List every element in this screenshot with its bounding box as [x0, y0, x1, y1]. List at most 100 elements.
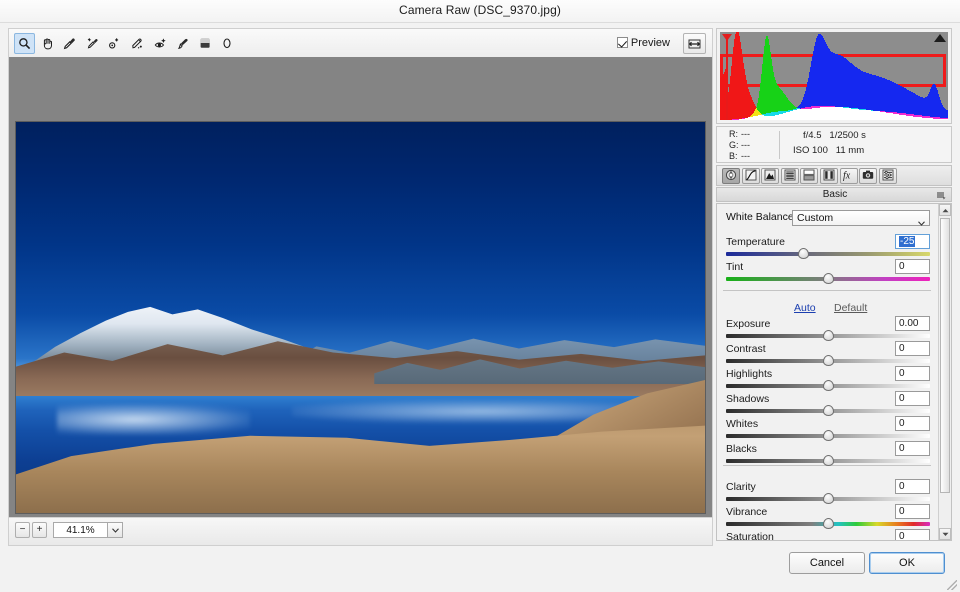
tab-presets[interactable] [879, 168, 897, 184]
slider-label: Highlights [726, 368, 772, 380]
tab-split-toning[interactable] [800, 168, 818, 184]
slider-label: Exposure [726, 318, 770, 330]
camera-raw-window: Camera Raw (DSC_9370.jpg) Preview [0, 0, 960, 592]
zoom-out-button[interactable]: − [15, 522, 30, 538]
focal-length-value: 11 mm [836, 145, 864, 156]
b-value: --- [741, 151, 750, 161]
tab-tone-curve[interactable] [742, 168, 760, 184]
slider-handle[interactable] [823, 273, 834, 284]
tab-effects[interactable]: fx [840, 168, 858, 184]
lake-reflection-right [292, 400, 637, 423]
preview-checkbox[interactable] [617, 37, 628, 48]
zoom-level-value[interactable]: 41.1% [53, 522, 107, 538]
status-bar: − + 41.1% [9, 517, 712, 545]
adjustment-brush-tool[interactable] [172, 33, 193, 54]
hand-tool[interactable] [37, 33, 58, 54]
zoom-in-button[interactable]: + [32, 522, 47, 538]
scroll-down-button[interactable] [939, 528, 951, 540]
panel-title-bar: Basic [716, 187, 952, 202]
slider-value-input-clarity[interactable]: 0 [895, 479, 930, 494]
shadow-clipping-marker [726, 34, 728, 120]
slider-value-input-tint[interactable]: 0 [895, 259, 930, 274]
targeted-adjustment-tool[interactable] [104, 33, 125, 54]
slider-value-input-saturation[interactable]: 0 [895, 529, 930, 541]
tab-lens-corrections[interactable] [820, 168, 838, 184]
g-label: G: [729, 140, 741, 151]
graduated-icon [199, 37, 212, 50]
slider-value-input-shadows[interactable]: 0 [895, 391, 930, 406]
graduated-filter-tool[interactable] [195, 33, 216, 54]
rgb-readout: R:--- G:--- B:--- [729, 129, 750, 162]
camera-icon [862, 169, 874, 184]
magnifier-icon [18, 37, 31, 50]
scroll-up-button[interactable] [939, 204, 951, 216]
image-canvas-area[interactable] [9, 57, 712, 517]
cancel-button[interactable]: Cancel [789, 552, 865, 574]
slider-track[interactable] [726, 252, 930, 256]
slider-value-input-blacks[interactable]: 0 [895, 441, 930, 456]
slider-label: Temperature [726, 236, 785, 248]
slider-handle[interactable] [798, 248, 809, 259]
panel-menu-icon[interactable] [937, 191, 946, 203]
highlight-clipping-icon[interactable] [934, 34, 946, 42]
spot-removal-icon [131, 37, 144, 50]
chevron-down-icon [942, 532, 949, 537]
slider-handle[interactable] [823, 518, 834, 529]
auto-link[interactable]: Auto [794, 302, 816, 314]
iso-value: ISO 100 [793, 145, 828, 156]
slider-handle[interactable] [823, 355, 834, 366]
slider-handle[interactable] [823, 330, 834, 341]
slider-value-input-contrast[interactable]: 0 [895, 341, 930, 356]
aperture-icon [725, 169, 737, 184]
zoom-control: − + 41.1% [15, 522, 123, 538]
red-eye-tool[interactable] [150, 33, 171, 54]
tab-basic[interactable] [722, 168, 740, 184]
tab-detail[interactable] [761, 168, 779, 184]
scroll-thumb[interactable] [940, 218, 950, 493]
slider-value-input-temperature[interactable]: -25 [895, 234, 930, 249]
slider-handle[interactable] [823, 493, 834, 504]
fx-icon: fx [842, 169, 856, 184]
white-balance-row: White Balance: Custom [726, 210, 930, 226]
panel-tab-bar: fx [716, 165, 952, 186]
resize-grip[interactable] [947, 580, 957, 590]
histogram-panel[interactable] [716, 28, 952, 124]
adjustment-pane: R:--- G:--- B:--- f/4.5 1/2500 s ISO 100… [716, 28, 952, 544]
preview-image[interactable] [15, 121, 706, 514]
slider-value-input-whites[interactable]: 0 [895, 416, 930, 431]
radial-filter-tool[interactable] [217, 33, 238, 54]
crop-tool[interactable] [127, 33, 148, 54]
histogram-bar [947, 119, 948, 120]
hand-icon [41, 37, 54, 50]
slider-handle[interactable] [823, 380, 834, 391]
panel-title: Basic [717, 189, 953, 200]
title-bar: Camera Raw (DSC_9370.jpg) [0, 0, 960, 23]
slider-handle[interactable] [823, 430, 834, 441]
slider-label: Contrast [726, 343, 766, 355]
slider-handle[interactable] [823, 405, 834, 416]
zoom-tool[interactable] [14, 33, 35, 54]
color-sampler-tool[interactable] [82, 33, 103, 54]
slider-label: Shadows [726, 393, 769, 405]
fullscreen-toggle-button[interactable] [683, 33, 706, 54]
exif-readout: R:--- G:--- B:--- f/4.5 1/2500 s ISO 100… [716, 126, 952, 163]
targeted-adjustment-icon [108, 37, 121, 50]
slider-value-input-highlights[interactable]: 0 [895, 366, 930, 381]
tab-camera-calibration[interactable] [859, 168, 877, 184]
fullscreen-toggle-icon [688, 39, 701, 49]
slider-value-input-vibrance[interactable]: 0 [895, 504, 930, 519]
ok-button[interactable]: OK [869, 552, 945, 574]
default-link[interactable]: Default [834, 302, 867, 314]
tone-curve-icon [745, 169, 757, 184]
slider-label: Saturation [726, 531, 774, 541]
tab-hsl-grayscale[interactable] [781, 168, 799, 184]
slider-handle[interactable] [823, 455, 834, 466]
white-balance-label: White Balance: [726, 211, 797, 223]
white-balance-tool[interactable] [59, 33, 80, 54]
slider-value-input-exposure[interactable]: 0.00 [895, 316, 930, 331]
image-editor-pane: Preview [8, 28, 713, 546]
white-balance-select[interactable]: Custom [792, 210, 930, 226]
preview-toggle[interactable]: Preview [613, 34, 674, 51]
zoom-level-dropdown[interactable] [107, 522, 123, 538]
panel-scrollbar[interactable] [938, 204, 951, 540]
